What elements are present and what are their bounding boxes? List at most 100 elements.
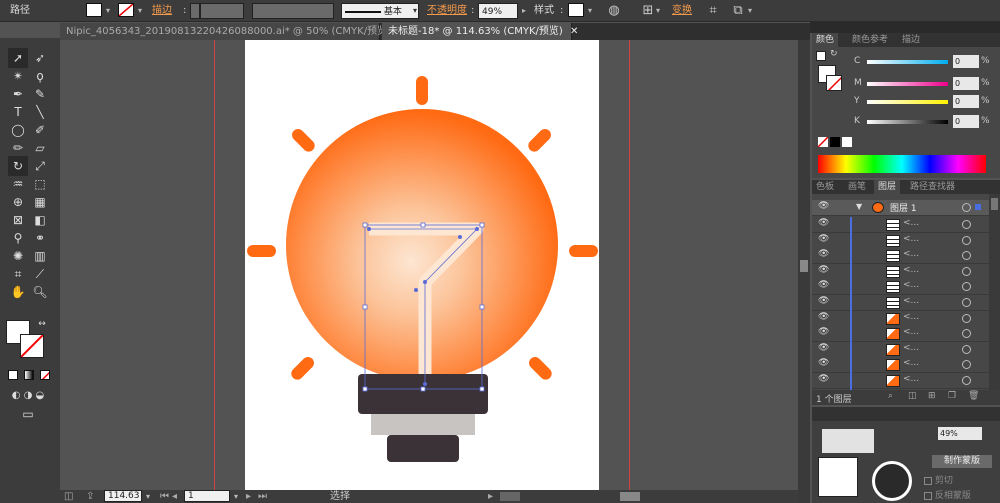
layer-row[interactable]: 👁︎ <... [812, 341, 989, 358]
layer-name[interactable]: <... [903, 218, 919, 228]
layer-row[interactable]: 👁︎ <... [812, 263, 989, 280]
lasso-icon[interactable]: ϙ [30, 66, 50, 86]
canvas[interactable] [60, 40, 798, 490]
eye-icon[interactable]: 👁︎ [818, 265, 829, 275]
none-mode-icon[interactable] [40, 370, 50, 380]
layer-name[interactable]: <... [903, 234, 919, 244]
graph-tool-icon[interactable]: ▥ [30, 246, 50, 266]
stroke-color-box[interactable] [20, 334, 44, 358]
layer-row[interactable]: 👁︎ <... [812, 373, 989, 389]
cyan-value[interactable]: 0 [953, 55, 979, 68]
bulb-base-top[interactable] [358, 374, 488, 414]
black-swatch[interactable] [830, 137, 840, 147]
scale-tool-icon[interactable]: ⤢ [30, 156, 50, 176]
tab-layers[interactable]: 图层 [874, 180, 901, 194]
target-icon[interactable] [962, 266, 971, 276]
layers-scrollbar[interactable] [989, 194, 1000, 390]
shape-builder-icon[interactable]: ⊕ [8, 192, 28, 212]
symbol-sprayer-icon[interactable]: ✺ [8, 246, 28, 266]
magenta-track[interactable] [867, 82, 948, 86]
type-tool-icon[interactable]: T [8, 102, 28, 122]
target-icon[interactable] [962, 298, 971, 307]
eye-icon[interactable]: 👁︎ [818, 280, 829, 290]
layer-name[interactable]: <... [903, 358, 919, 368]
artboard[interactable] [245, 40, 599, 490]
tab-swatches[interactable]: 色板 [812, 180, 838, 194]
layer-row[interactable]: 👁︎ <... [812, 217, 989, 233]
vertical-scrollbar[interactable] [798, 40, 810, 503]
magic-wand-icon[interactable]: ✴ [8, 66, 28, 86]
opacity-label[interactable]: 不透明度 [427, 3, 467, 19]
layer-row[interactable]: 👁︎ <... [812, 248, 989, 265]
color-spectrum[interactable] [818, 155, 986, 173]
status-arrow-icon[interactable]: ▸ [488, 490, 493, 503]
target-icon[interactable] [962, 282, 971, 292]
yellow-slider[interactable]: Y 0 % [812, 95, 1000, 109]
selection-tool-icon[interactable]: ➚ [8, 48, 28, 68]
opacity-field[interactable]: 49% [478, 3, 518, 19]
zoom-dropdown-icon[interactable]: ▾ [144, 490, 152, 503]
new-layer-icon[interactable]: ❐ [948, 391, 956, 401]
eye-icon[interactable]: 👁︎ [818, 218, 829, 228]
blend-tool-icon[interactable]: ⚭ [30, 228, 50, 248]
eye-icon[interactable]: 👁︎ [818, 358, 829, 368]
target-icon[interactable] [962, 329, 971, 339]
last-artboard-icon[interactable]: ⏭ [258, 490, 267, 503]
export-icon[interactable]: ⇪ [86, 490, 94, 503]
make-mask-button[interactable]: 制作蒙版 [932, 455, 992, 468]
mesh-tool-icon[interactable]: ⊠ [8, 210, 28, 230]
eye-icon[interactable]: 👁︎ [818, 312, 829, 322]
yellow-value[interactable]: 0 [953, 95, 979, 108]
stroke-weight-field[interactable] [200, 3, 244, 19]
layer-row-parent[interactable]: 👁︎ ▼ 图层 1 [812, 200, 989, 216]
stroke-label[interactable]: 描边 [152, 3, 172, 19]
zoom-tool-icon[interactable]: 🔍︎ [30, 282, 50, 302]
cyan-slider[interactable]: C 0 % [812, 55, 1000, 69]
layer-row[interactable]: 👁︎ <... [812, 232, 989, 249]
eye-icon[interactable]: 👁︎ [818, 234, 829, 244]
artboard-dropdown-icon[interactable]: ▾ [232, 490, 240, 503]
white-swatch[interactable] [842, 137, 852, 147]
slice-tool-icon[interactable]: ⟋ [30, 264, 50, 284]
layer-name[interactable]: <... [903, 312, 919, 322]
layer-name[interactable]: <... [903, 296, 919, 306]
target-icon[interactable] [962, 360, 971, 370]
pencil-icon[interactable]: ✏ [8, 138, 28, 158]
close-icon[interactable]: ✕ [570, 26, 578, 37]
stroke-dropdown-icon[interactable]: ▾ [136, 3, 144, 19]
ellipse-tool-icon[interactable]: ◯ [8, 120, 28, 140]
first-artboard-icon[interactable]: ⏮ [160, 490, 169, 503]
layer-name[interactable]: <... [903, 374, 919, 384]
tab-stroke[interactable]: 描边 [898, 33, 924, 47]
style-dropdown-icon[interactable]: ▾ [586, 3, 594, 19]
layer-row[interactable]: 👁︎ <... [812, 326, 989, 343]
rotate-tool-icon[interactable]: ↻ [8, 156, 28, 176]
artboard-tool-icon[interactable]: ⌗ [8, 264, 28, 284]
draw-mode-icon[interactable]: ◐ ◑ ◒ [8, 386, 48, 406]
zoom-field[interactable]: 114.63 [104, 490, 142, 502]
fill-dropdown-icon[interactable]: ▾ [104, 3, 112, 19]
cyan-track[interactable] [867, 60, 948, 64]
tab-pathfinder[interactable]: 路径查找器 [906, 180, 959, 194]
tab-document-2[interactable]: 未标题-18* @ 114.63% (CMYK/预览) ✕ [382, 23, 578, 40]
variable-width-profile[interactable] [252, 3, 334, 19]
clip-mask-icon[interactable]: ◫ [908, 391, 917, 401]
layer-name[interactable]: <... [903, 280, 919, 290]
layer-row[interactable]: 👁︎ <... [812, 357, 989, 374]
fill-swatch[interactable] [86, 3, 102, 17]
black-track[interactable] [867, 120, 948, 124]
layers-scroll-thumb[interactable] [991, 198, 998, 210]
layer-name[interactable]: <... [903, 343, 919, 353]
target-icon[interactable] [962, 313, 971, 323]
hscroll-thumb[interactable] [620, 492, 640, 501]
tab-brushes[interactable]: 画笔 [844, 180, 870, 194]
paintbrush-icon[interactable]: ✐ [30, 120, 50, 140]
eraser-icon[interactable]: ▱ [30, 138, 50, 158]
none-swatch-icon[interactable] [818, 137, 828, 147]
recolor-icon[interactable]: ◍ [606, 3, 622, 19]
black-value[interactable]: 0 [953, 115, 979, 128]
locate-object-icon[interactable]: ⌕ [888, 391, 893, 401]
new-sublayer-icon[interactable]: ⊞ [928, 391, 936, 401]
bulb-base-middle[interactable] [371, 414, 475, 435]
brush-dropdown-icon[interactable]: ▾ [411, 3, 419, 19]
